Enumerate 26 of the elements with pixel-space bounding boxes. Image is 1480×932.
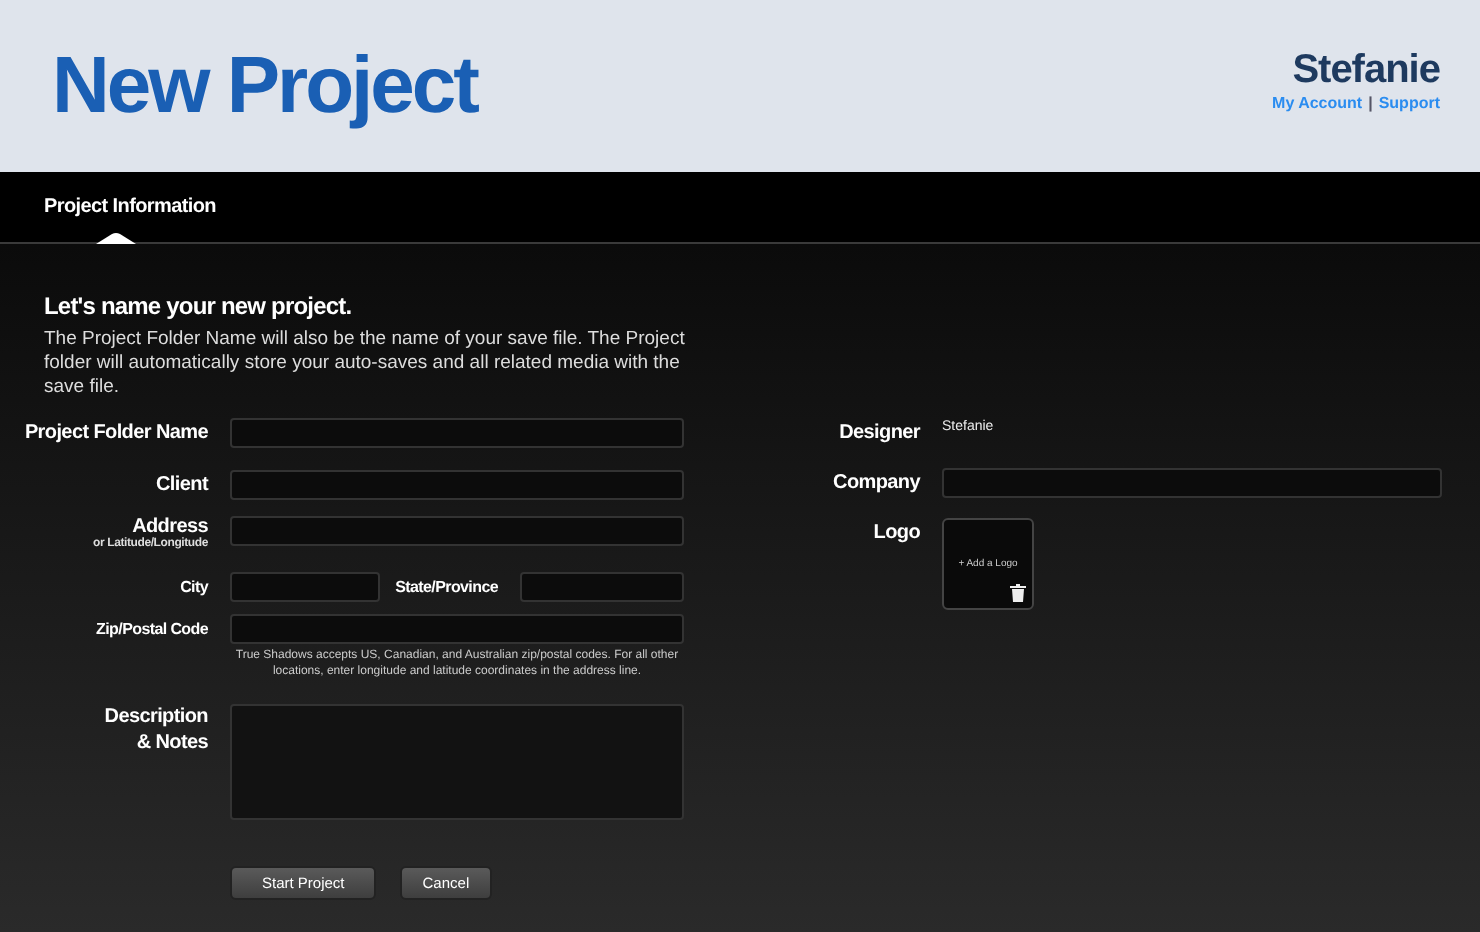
field-label: Project Folder Name bbox=[24, 420, 208, 448]
input-field[interactable] bbox=[520, 572, 684, 602]
input-field[interactable] bbox=[230, 516, 684, 546]
input-field[interactable] bbox=[230, 572, 380, 602]
intro-text: The Project Folder Name will also be the name of your save file. The Project folder will automatically store your auto-saves and all related media with the save file. bbox=[44, 328, 687, 400]
tab-indicator-icon bbox=[96, 232, 136, 244]
field-label: State/Province bbox=[395, 576, 498, 600]
field-label: Zip/Postal Code bbox=[96, 618, 208, 642]
trash-icon[interactable] bbox=[1010, 584, 1026, 602]
field-label: Client bbox=[156, 472, 208, 500]
field-label: Company bbox=[833, 470, 920, 498]
tab[interactable]: Project Information bbox=[44, 172, 216, 242]
link-separator: | bbox=[1368, 94, 1373, 112]
page-title: New Project bbox=[52, 41, 477, 131]
notes-field[interactable] bbox=[230, 704, 684, 820]
input-field[interactable] bbox=[942, 468, 1442, 498]
user-name: Stefanie bbox=[1292, 48, 1440, 94]
field-label: City bbox=[180, 576, 208, 600]
intro-heading: Let's name your new project. bbox=[44, 292, 354, 320]
input-field[interactable] bbox=[230, 418, 684, 448]
field-label: Description & Notes bbox=[102, 704, 208, 756]
field-label: Designer bbox=[839, 420, 920, 448]
field-label: Address bbox=[132, 516, 208, 538]
input-field[interactable] bbox=[230, 614, 684, 644]
input-field[interactable] bbox=[230, 470, 684, 500]
field-label: Logo bbox=[873, 520, 920, 548]
